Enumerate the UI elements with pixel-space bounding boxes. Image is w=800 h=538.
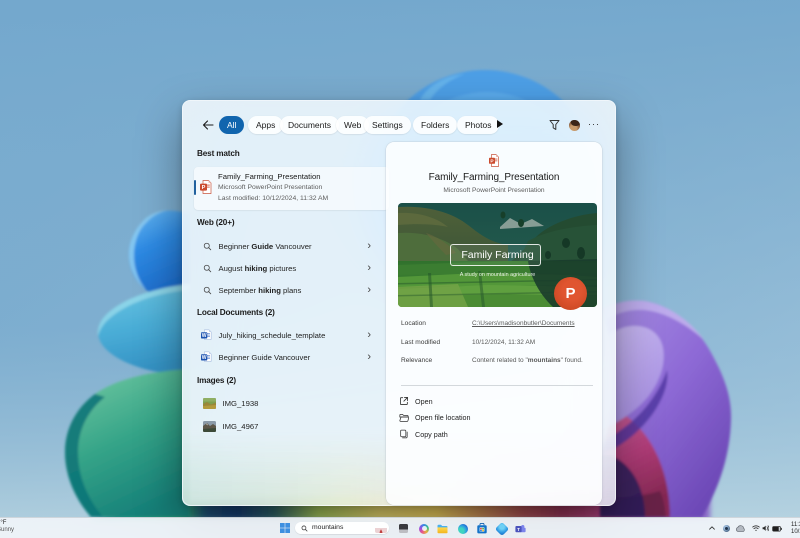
svg-text:T: T (517, 527, 520, 532)
svg-text:W: W (202, 355, 207, 361)
svg-text:P: P (202, 185, 206, 191)
svg-text:W: W (202, 333, 207, 339)
